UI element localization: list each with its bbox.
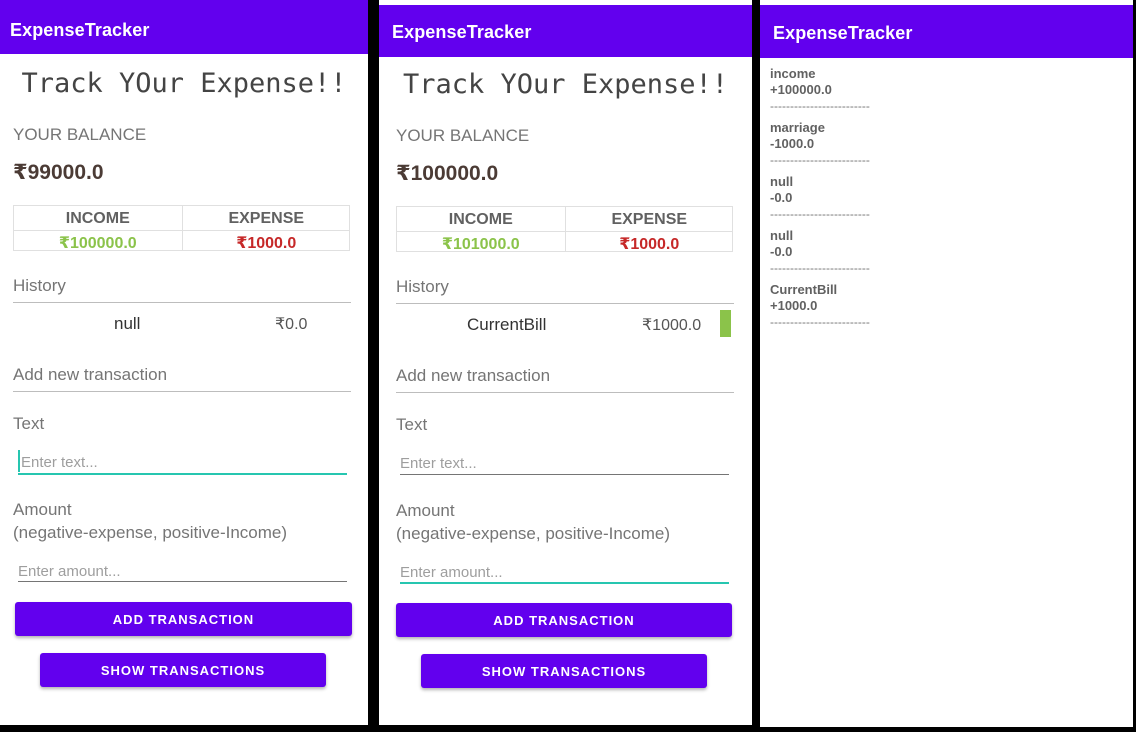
add-transaction-label: Add new transaction bbox=[13, 365, 168, 384]
amount-input-underline bbox=[18, 581, 347, 582]
text-input-underline bbox=[400, 474, 729, 475]
list-separator: ------------------------- bbox=[770, 207, 870, 221]
amount-label: Amount bbox=[13, 500, 72, 519]
transaction-text: null bbox=[770, 228, 794, 243]
income-expense-summary: INCOME ₹101000.0 EXPENSE ₹1000.0 bbox=[396, 206, 734, 253]
transaction-text: marriage bbox=[770, 120, 825, 135]
expense-header: EXPENSE bbox=[228, 210, 305, 227]
expense-value: ₹1000.0 bbox=[236, 235, 297, 252]
list-separator: ------------------------- bbox=[770, 261, 870, 275]
page-heading: Track YOur Expense!! bbox=[402, 69, 729, 100]
transaction-amount: -0.0 bbox=[770, 190, 793, 205]
page-heading: Track YOur Expense!! bbox=[21, 68, 347, 99]
list-item[interactable]: CurrentBill +1000.0 bbox=[770, 282, 837, 314]
screen-2: ExpenseTracker Track YOur Expense!! YOUR… bbox=[379, 0, 752, 725]
balance-value: ₹99000.0 bbox=[13, 161, 104, 184]
add-transaction-divider bbox=[13, 391, 351, 392]
add-transaction-divider bbox=[396, 392, 734, 393]
text-input[interactable] bbox=[400, 450, 728, 476]
text-input-underline bbox=[18, 473, 347, 475]
text-label: Text bbox=[13, 414, 45, 433]
history-label: History bbox=[13, 276, 66, 295]
summary-divider bbox=[397, 231, 732, 232]
balance-label: YOUR BALANCE bbox=[13, 125, 147, 144]
app-bar: ExpenseTracker bbox=[760, 5, 1133, 58]
transaction-amount: +100000.0 bbox=[770, 82, 832, 97]
screen-1: ExpenseTracker Track YOur Expense!! YOUR… bbox=[0, 0, 368, 725]
text-cursor bbox=[18, 450, 20, 472]
income-value: ₹100000.0 bbox=[58, 235, 137, 252]
list-item[interactable]: income +100000.0 bbox=[770, 66, 832, 98]
income-expense-summary: INCOME ₹100000.0 EXPENSE ₹1000.0 bbox=[13, 205, 351, 252]
text-label: Text bbox=[396, 415, 428, 434]
transaction-amount: +1000.0 bbox=[770, 298, 818, 313]
history-item-amount: ₹0.0 bbox=[275, 316, 308, 333]
transaction-amount: -1000.0 bbox=[770, 136, 815, 151]
app-bar: ExpenseTracker bbox=[379, 5, 752, 57]
history-divider bbox=[396, 303, 734, 304]
history-item-text: null bbox=[114, 314, 141, 333]
transaction-text: null bbox=[770, 174, 794, 189]
transaction-text: CurrentBill bbox=[770, 282, 838, 297]
history-item-text: CurrentBill bbox=[467, 315, 547, 334]
income-column: INCOME ₹101000.0 bbox=[397, 207, 565, 253]
income-indicator-bar bbox=[720, 310, 731, 337]
app-bar: ExpenseTracker bbox=[0, 0, 368, 54]
amount-input-underline bbox=[400, 582, 729, 584]
app-title: ExpenseTracker bbox=[10, 20, 150, 40]
amount-label: Amount bbox=[396, 501, 455, 520]
show-transactions-button[interactable]: SHOW TRANSACTIONS bbox=[40, 653, 326, 687]
income-column: INCOME ₹100000.0 bbox=[14, 206, 182, 252]
transaction-text: income bbox=[770, 66, 816, 81]
expense-column: EXPENSE ₹1000.0 bbox=[181, 206, 351, 252]
app-title: ExpenseTracker bbox=[392, 22, 532, 42]
income-value: ₹101000.0 bbox=[441, 236, 520, 253]
expense-header: EXPENSE bbox=[611, 211, 688, 228]
balance-value: ₹100000.0 bbox=[396, 162, 499, 185]
amount-hint: (negative-expense, positive-Income) bbox=[13, 523, 288, 542]
transaction-amount: -0.0 bbox=[770, 244, 793, 259]
list-item[interactable]: null -0.0 bbox=[770, 174, 793, 206]
income-header: INCOME bbox=[65, 210, 130, 227]
history-divider bbox=[13, 302, 351, 303]
add-transaction-button[interactable]: ADD TRANSACTION bbox=[15, 602, 352, 636]
list-separator: ------------------------- bbox=[770, 99, 870, 113]
expense-value: ₹1000.0 bbox=[619, 236, 680, 253]
balance-label: YOUR BALANCE bbox=[396, 126, 530, 145]
amount-hint: (negative-expense, positive-Income) bbox=[396, 524, 671, 543]
screen-3: ExpenseTracker income +100000.0 --------… bbox=[760, 0, 1133, 727]
list-separator: ------------------------- bbox=[770, 315, 870, 329]
list-separator: ------------------------- bbox=[770, 153, 870, 167]
show-transactions-button[interactable]: SHOW TRANSACTIONS bbox=[421, 654, 707, 688]
history-label: History bbox=[396, 277, 449, 296]
expense-column: EXPENSE ₹1000.0 bbox=[564, 207, 734, 253]
list-item[interactable]: marriage -1000.0 bbox=[770, 120, 825, 152]
summary-divider bbox=[14, 230, 349, 231]
app-title: ExpenseTracker bbox=[773, 23, 913, 43]
list-item[interactable]: null -0.0 bbox=[770, 228, 793, 260]
income-header: INCOME bbox=[448, 211, 513, 228]
text-input[interactable] bbox=[21, 449, 349, 475]
add-transaction-button[interactable]: ADD TRANSACTION bbox=[396, 603, 732, 637]
add-transaction-label: Add new transaction bbox=[396, 366, 551, 385]
history-item-amount: ₹1000.0 bbox=[642, 317, 702, 334]
